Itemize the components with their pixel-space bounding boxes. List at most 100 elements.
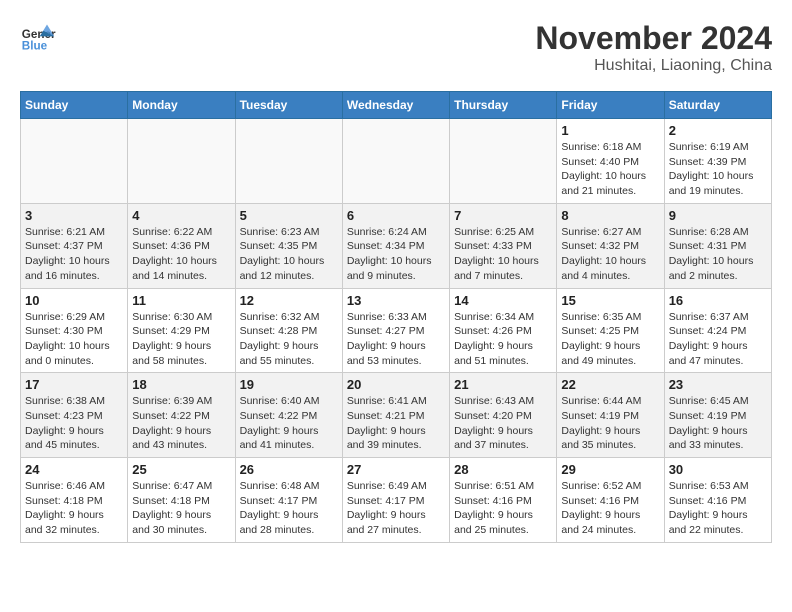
calendar-cell: 4Sunrise: 6:22 AM Sunset: 4:36 PM Daylig… (128, 203, 235, 288)
calendar-table: SundayMondayTuesdayWednesdayThursdayFrid… (20, 91, 772, 543)
calendar-cell: 13 Sunrise: 6:33 AM Sunset: 4:27 PM Dayli… (342, 288, 449, 373)
calendar-cell: 28Sunrise: 6:51 AM Sunset: 4:16 PM Dayli… (450, 458, 557, 543)
calendar-cell: 25 Sunrise: 6:47 AM Sunset: 4:18 PM Dayli… (128, 458, 235, 543)
calendar-cell (450, 119, 557, 204)
day-info: Sunrise: 6:48 AM Sunset: 4:17 PM Dayligh… (240, 479, 338, 538)
day-number: 29 (561, 462, 659, 477)
day-number: 30 (669, 462, 767, 477)
calendar-cell: 3 Sunrise: 6:21 AM Sunset: 4:37 PM Daylig… (21, 203, 128, 288)
calendar-cell: 7 Sunrise: 6:25 AM Sunset: 4:33 PM Daylig… (450, 203, 557, 288)
day-number: 10 (25, 293, 123, 308)
week-row-4: 17 Sunrise: 6:38 AM Sunset: 4:23 PM Dayli… (21, 373, 772, 458)
day-info: Sunrise: 6:41 AM Sunset: 4:21 PM Dayligh… (347, 394, 445, 453)
day-number: 19 (240, 377, 338, 392)
calendar-cell: 6 Sunrise: 6:24 AM Sunset: 4:34 PM Daylig… (342, 203, 449, 288)
calendar-cell: 19 Sunrise: 6:40 AM Sunset: 4:22 PM Dayli… (235, 373, 342, 458)
week-row-3: 10 Sunrise: 6:29 AM Sunset: 4:30 PM Dayli… (21, 288, 772, 373)
page-header: General Blue November 2024 Hushitai, Lia… (20, 20, 772, 75)
calendar-cell: 14 Sunrise: 6:34 AM Sunset: 4:26 PM Dayli… (450, 288, 557, 373)
calendar-cell (128, 119, 235, 204)
day-number: 6 (347, 208, 445, 223)
day-info: Sunrise: 6:44 AM Sunset: 4:19 PM Dayligh… (561, 394, 659, 453)
calendar-cell: 11 Sunrise: 6:30 AM Sunset: 4:29 PM Dayli… (128, 288, 235, 373)
calendar-cell: 21 Sunrise: 6:43 AM Sunset: 4:20 PM Dayli… (450, 373, 557, 458)
day-info: Sunrise: 6:29 AM Sunset: 4:30 PM Dayligh… (25, 310, 123, 369)
calendar-cell: 30 Sunrise: 6:53 AM Sunset: 4:16 PM Dayli… (664, 458, 771, 543)
day-info: Sunrise: 6:52 AM Sunset: 4:16 PM Dayligh… (561, 479, 659, 538)
day-info: Sunrise: 6:21 AM Sunset: 4:37 PM Dayligh… (25, 225, 123, 284)
day-number: 13 (347, 293, 445, 308)
day-number: 23 (669, 377, 767, 392)
day-info: Sunrise: 6:25 AM Sunset: 4:33 PM Dayligh… (454, 225, 552, 284)
day-number: 11 (132, 293, 230, 308)
day-number: 3 (25, 208, 123, 223)
calendar-cell: 26 Sunrise: 6:48 AM Sunset: 4:17 PM Dayli… (235, 458, 342, 543)
day-number: 22 (561, 377, 659, 392)
day-info: Sunrise: 6:18 AM Sunset: 4:40 PM Dayligh… (561, 140, 659, 199)
title-area: November 2024 Hushitai, Liaoning, China (535, 20, 772, 75)
day-info: Sunrise: 6:35 AM Sunset: 4:25 PM Dayligh… (561, 310, 659, 369)
day-header-wednesday: Wednesday (342, 92, 449, 119)
logo-icon: General Blue (20, 20, 56, 56)
day-info: Sunrise: 6:32 AM Sunset: 4:28 PM Dayligh… (240, 310, 338, 369)
calendar-cell: 1 Sunrise: 6:18 AM Sunset: 4:40 PM Daylig… (557, 119, 664, 204)
calendar-cell: 16 Sunrise: 6:37 AM Sunset: 4:24 PM Dayli… (664, 288, 771, 373)
day-info: Sunrise: 6:23 AM Sunset: 4:35 PM Dayligh… (240, 225, 338, 284)
week-row-5: 24 Sunrise: 6:46 AM Sunset: 4:18 PM Dayli… (21, 458, 772, 543)
calendar-cell: 29 Sunrise: 6:52 AM Sunset: 4:16 PM Dayli… (557, 458, 664, 543)
day-number: 5 (240, 208, 338, 223)
day-number: 16 (669, 293, 767, 308)
day-info: Sunrise: 6:34 AM Sunset: 4:26 PM Dayligh… (454, 310, 552, 369)
calendar-cell: 10 Sunrise: 6:29 AM Sunset: 4:30 PM Dayli… (21, 288, 128, 373)
day-info: Sunrise: 6:38 AM Sunset: 4:23 PM Dayligh… (25, 394, 123, 453)
day-number: 17 (25, 377, 123, 392)
day-info: Sunrise: 6:53 AM Sunset: 4:16 PM Dayligh… (669, 479, 767, 538)
calendar-cell: 24 Sunrise: 6:46 AM Sunset: 4:18 PM Dayli… (21, 458, 128, 543)
day-number: 20 (347, 377, 445, 392)
day-info: Sunrise: 6:49 AM Sunset: 4:17 PM Dayligh… (347, 479, 445, 538)
calendar-cell: 17 Sunrise: 6:38 AM Sunset: 4:23 PM Dayli… (21, 373, 128, 458)
calendar-cell: 20 Sunrise: 6:41 AM Sunset: 4:21 PM Dayli… (342, 373, 449, 458)
day-header-tuesday: Tuesday (235, 92, 342, 119)
calendar-header-row: SundayMondayTuesdayWednesdayThursdayFrid… (21, 92, 772, 119)
day-number: 12 (240, 293, 338, 308)
day-number: 9 (669, 208, 767, 223)
day-header-thursday: Thursday (450, 92, 557, 119)
calendar-cell: 22 Sunrise: 6:44 AM Sunset: 4:19 PM Dayli… (557, 373, 664, 458)
day-info: Sunrise: 6:24 AM Sunset: 4:34 PM Dayligh… (347, 225, 445, 284)
day-number: 14 (454, 293, 552, 308)
calendar-cell (21, 119, 128, 204)
day-info: Sunrise: 6:46 AM Sunset: 4:18 PM Dayligh… (25, 479, 123, 538)
calendar-cell: 2Sunrise: 6:19 AM Sunset: 4:39 PM Daylig… (664, 119, 771, 204)
day-header-saturday: Saturday (664, 92, 771, 119)
day-number: 18 (132, 377, 230, 392)
location: Hushitai, Liaoning, China (535, 57, 772, 75)
day-number: 24 (25, 462, 123, 477)
week-row-2: 3 Sunrise: 6:21 AM Sunset: 4:37 PM Daylig… (21, 203, 772, 288)
calendar-cell: 27Sunrise: 6:49 AM Sunset: 4:17 PM Dayli… (342, 458, 449, 543)
day-info: Sunrise: 6:47 AM Sunset: 4:18 PM Dayligh… (132, 479, 230, 538)
day-info: Sunrise: 6:27 AM Sunset: 4:32 PM Dayligh… (561, 225, 659, 284)
day-info: Sunrise: 6:30 AM Sunset: 4:29 PM Dayligh… (132, 310, 230, 369)
day-number: 7 (454, 208, 552, 223)
day-number: 1 (561, 123, 659, 138)
day-header-sunday: Sunday (21, 92, 128, 119)
day-info: Sunrise: 6:45 AM Sunset: 4:19 PM Dayligh… (669, 394, 767, 453)
calendar-cell: 15 Sunrise: 6:35 AM Sunset: 4:25 PM Dayli… (557, 288, 664, 373)
calendar-cell: 8 Sunrise: 6:27 AM Sunset: 4:32 PM Daylig… (557, 203, 664, 288)
day-info: Sunrise: 6:33 AM Sunset: 4:27 PM Dayligh… (347, 310, 445, 369)
day-number: 25 (132, 462, 230, 477)
day-number: 28 (454, 462, 552, 477)
day-number: 15 (561, 293, 659, 308)
day-number: 21 (454, 377, 552, 392)
day-info: Sunrise: 6:43 AM Sunset: 4:20 PM Dayligh… (454, 394, 552, 453)
day-info: Sunrise: 6:28 AM Sunset: 4:31 PM Dayligh… (669, 225, 767, 284)
day-number: 8 (561, 208, 659, 223)
day-info: Sunrise: 6:19 AM Sunset: 4:39 PM Dayligh… (669, 140, 767, 199)
calendar-cell (235, 119, 342, 204)
svg-text:Blue: Blue (22, 40, 48, 53)
calendar-cell: 18Sunrise: 6:39 AM Sunset: 4:22 PM Dayli… (128, 373, 235, 458)
day-info: Sunrise: 6:37 AM Sunset: 4:24 PM Dayligh… (669, 310, 767, 369)
day-number: 26 (240, 462, 338, 477)
day-info: Sunrise: 6:40 AM Sunset: 4:22 PM Dayligh… (240, 394, 338, 453)
